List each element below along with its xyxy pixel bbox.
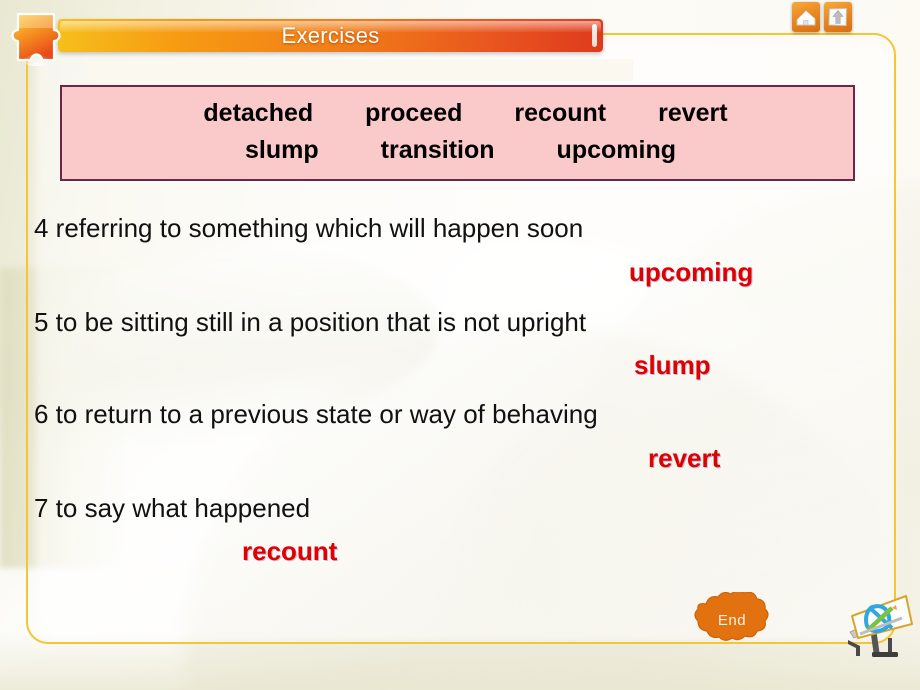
up-arrow-icon[interactable] [824, 2, 852, 32]
word-bank-word: revert [658, 99, 728, 127]
title-banner: Exercises [58, 19, 603, 52]
word-bank-word: recount [514, 99, 607, 127]
word-bank-word: detached [203, 99, 314, 127]
word-bank-row-2: slump transition upcoming [62, 136, 853, 165]
home-icon[interactable] [792, 2, 820, 32]
answer-text: slump [634, 350, 711, 381]
word-bank-word: upcoming [556, 136, 676, 164]
word-bank-word: proceed [365, 99, 463, 127]
question-text: 4 referring to something which will happ… [34, 213, 584, 243]
answer-text: upcoming [629, 256, 754, 287]
question-text: 7 to say what happened [34, 492, 311, 523]
top-icon-group [792, 2, 852, 32]
exercise-item: 5 to be sitting still in a position that… [34, 306, 844, 382]
word-bank-word: transition [380, 136, 495, 164]
page-title: Exercises [281, 22, 380, 48]
exercise-item: 4 referring to something which will happ… [34, 214, 844, 288]
puzzle-piece-icon [8, 8, 66, 67]
word-bank-row-1: detached proceed recount revert [62, 99, 853, 128]
word-bank-word: slump [245, 136, 319, 164]
answer-text: recount [242, 536, 338, 567]
slide: Exercises detached proceed recount rever… [0, 0, 920, 690]
end-button-label: End [717, 611, 747, 629]
exercise-item: 6 to return to a previous state or way o… [34, 400, 844, 474]
answer-text: revert [648, 442, 721, 473]
question-text: 5 to be sitting still in a position that… [34, 306, 587, 337]
panel-notch [88, 59, 633, 81]
end-button[interactable]: End [686, 590, 778, 648]
drafting-table-icon [830, 588, 916, 660]
word-bank: detached proceed recount revert slump tr… [60, 85, 855, 181]
question-text: 6 to return to a previous state or way o… [34, 399, 598, 430]
exercise-list: 4 referring to something which will happ… [34, 214, 844, 567]
exercise-item: 7 to say what happened recount [34, 494, 844, 568]
